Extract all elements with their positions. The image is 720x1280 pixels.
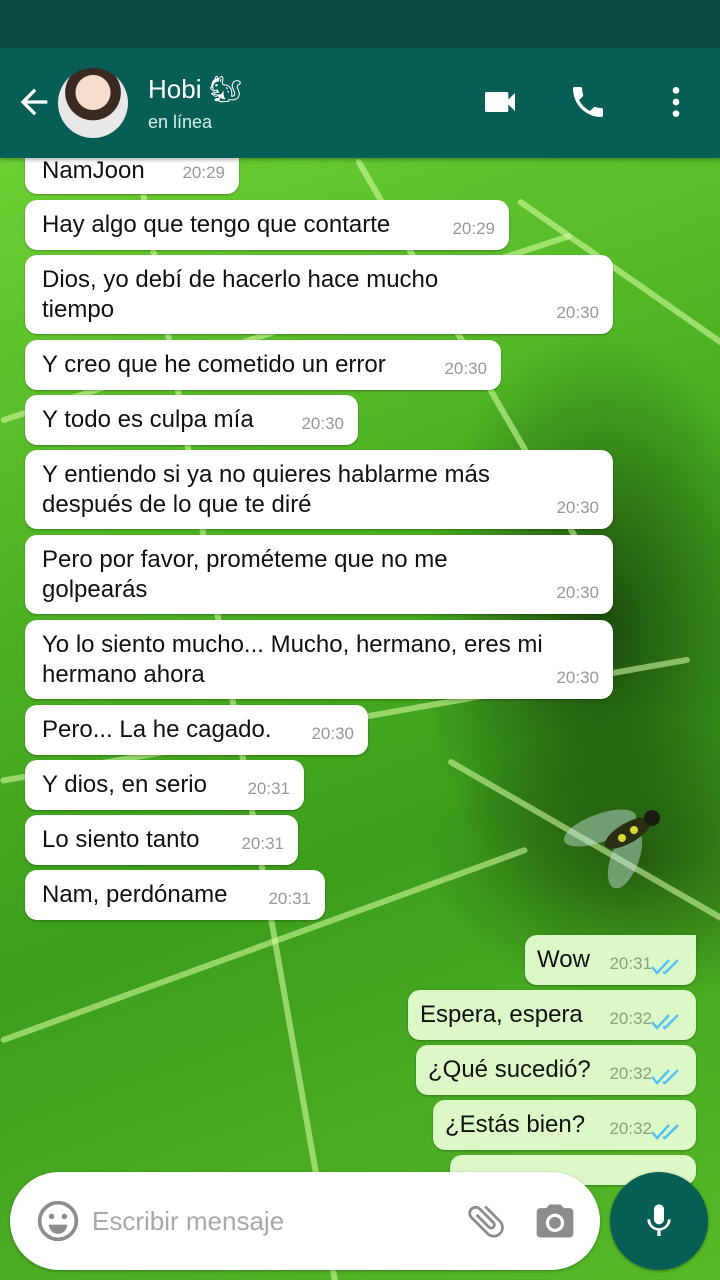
message-incoming[interactable]: Hay algo que tengo que contarte 20:29 (25, 200, 509, 250)
emoji-icon[interactable] (36, 1199, 80, 1243)
message-incoming[interactable]: Dios, yo debí de hacerlo hace mucho tiem… (25, 255, 613, 334)
message-incoming[interactable]: Yo lo siento mucho... Mucho, hermano, er… (25, 620, 613, 699)
message-time: 20:32 (609, 1009, 652, 1028)
message-time: 20:30 (444, 359, 487, 378)
read-receipt-icon (651, 1014, 679, 1030)
read-receipt-icon (651, 1069, 679, 1085)
message-text: Dios, yo debí de hacerlo hace mucho (42, 266, 439, 293)
more-options-icon[interactable] (656, 82, 696, 122)
message-time: 20:32 (609, 1064, 652, 1083)
contact-avatar[interactable] (58, 68, 128, 138)
message-time: 20:30 (301, 414, 344, 433)
message-text: Pero... La he cagado. (42, 716, 272, 743)
message-composer[interactable]: Escribir mensaje (10, 1172, 600, 1270)
message-text-line2: golpearás (42, 576, 148, 603)
message-time: 20:31 (609, 954, 652, 973)
message-text: Y dios, en serio (42, 771, 207, 798)
message-incoming[interactable]: Y todo es culpa mía 20:30 (25, 395, 358, 445)
fly-image (563, 809, 660, 888)
message-text: Wow (537, 946, 590, 973)
read-receipt-icon (651, 959, 679, 975)
message-incoming[interactable]: Y dios, en serio 20:31 (25, 760, 304, 810)
message-time: 20:31 (241, 834, 284, 853)
chat-header: Hobi 🐿 en línea (0, 48, 720, 158)
message-incoming[interactable]: Y creo que he cometido un error 20:30 (25, 340, 501, 390)
message-incoming[interactable]: Lo siento tanto 20:31 (25, 815, 298, 865)
message-text: Hay algo que tengo que contarte (42, 211, 391, 238)
phone-icon[interactable] (568, 82, 608, 122)
message-incoming[interactable]: Y entiendo si ya no quieres hablarme más… (25, 450, 613, 529)
message-text: Nam, perdóname (42, 881, 228, 908)
microphone-button[interactable] (610, 1172, 708, 1270)
message-time: 20:30 (556, 583, 599, 602)
read-receipt-icon (651, 1124, 679, 1140)
message-text: Y creo que he cometido un error (42, 351, 386, 378)
message-time: 20:31 (247, 779, 290, 798)
message-time: 20:31 (268, 889, 311, 908)
message-time: 20:29 (182, 163, 225, 182)
message-text: Y entiendo si ya no quieres hablarme más (42, 461, 490, 488)
back-arrow-icon[interactable] (14, 82, 54, 122)
message-text: Y todo es culpa mía (42, 406, 254, 433)
contact-name[interactable]: Hobi 🐿 (148, 74, 242, 105)
message-outgoing[interactable]: ¿Qué sucedió? 20:32 (416, 1045, 696, 1095)
message-text-line2: tiempo (42, 296, 115, 323)
message-text: NamJoon (42, 157, 145, 184)
video-call-icon[interactable] (480, 82, 520, 122)
message-input[interactable]: Escribir mensaje (92, 1206, 284, 1237)
message-outgoing[interactable]: Wow 20:31 (525, 935, 696, 985)
paperclip-icon[interactable] (464, 1199, 508, 1243)
message-time: 20:30 (556, 668, 599, 687)
message-time: 20:32 (609, 1119, 652, 1138)
message-time: 20:30 (311, 724, 354, 743)
message-text: Lo siento tanto (42, 826, 200, 853)
message-incoming[interactable]: Pero por favor, prométeme que no me golp… (25, 535, 613, 614)
message-outgoing[interactable]: ¿Estás bien? 20:32 (433, 1100, 696, 1150)
message-text-line2: después de lo que te diré (42, 491, 312, 518)
message-text: Yo lo siento mucho... Mucho, hermano, er… (42, 631, 543, 658)
message-time: 20:29 (452, 219, 495, 238)
message-text: Pero por favor, prométeme que no me (42, 546, 448, 573)
status-bar (0, 0, 720, 48)
message-text: ¿Qué sucedió? (428, 1056, 591, 1083)
microphone-icon (647, 1204, 671, 1236)
message-text: ¿Estás bien? (445, 1111, 586, 1138)
message-incoming[interactable]: Pero... La he cagado. 20:30 (25, 705, 368, 755)
contact-status: en línea (148, 112, 213, 132)
message-time: 20:30 (556, 303, 599, 322)
message-outgoing[interactable]: Espera, espera 20:32 (408, 990, 696, 1040)
message-incoming[interactable]: Nam, perdóname 20:31 (25, 870, 325, 920)
message-text-line2: hermano ahora (42, 661, 205, 688)
message-text: Espera, espera (420, 1001, 583, 1028)
message-time: 20:30 (556, 498, 599, 517)
camera-icon[interactable] (532, 1199, 578, 1243)
